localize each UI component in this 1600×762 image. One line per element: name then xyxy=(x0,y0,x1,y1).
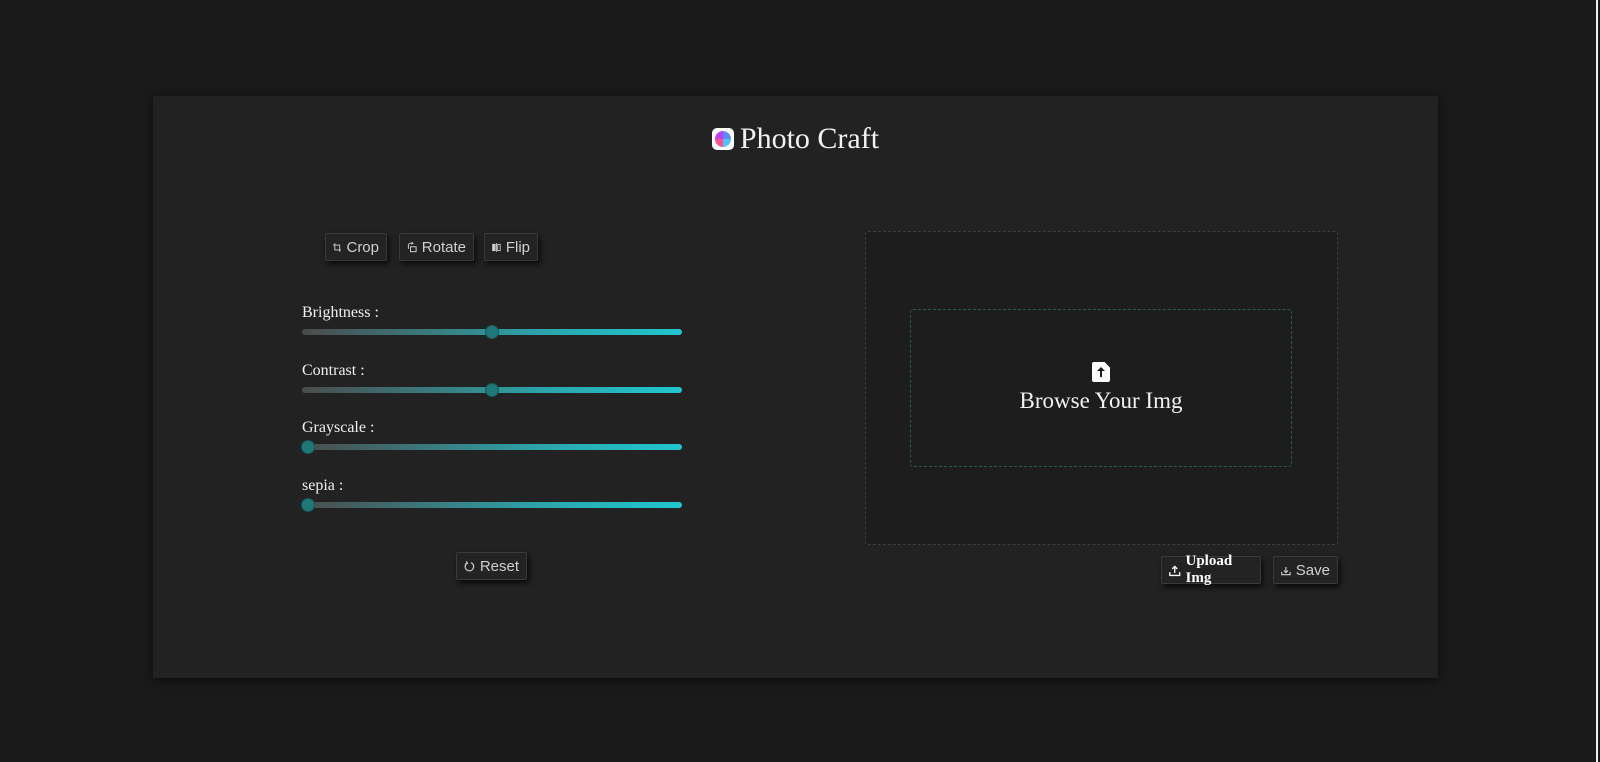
upload-button-label: Upload Img xyxy=(1185,553,1233,586)
flip-button-label: Flip xyxy=(505,238,530,256)
brightness-slider-thumb[interactable] xyxy=(486,326,498,338)
window-edge xyxy=(1596,0,1598,762)
file-upload-icon xyxy=(1092,362,1110,382)
crop-button-label: Crop xyxy=(346,238,379,256)
app-title: Photo Craft xyxy=(739,122,880,155)
save-button-label: Save xyxy=(1295,561,1330,579)
rotate-button-label: Rotate xyxy=(421,238,466,256)
grayscale-slider-thumb[interactable] xyxy=(302,441,314,453)
rotate-icon xyxy=(407,241,417,252)
sepia-label: sepia : xyxy=(302,477,344,494)
browse-text: Browse Your Img xyxy=(1019,388,1183,413)
contrast-control: Contrast : xyxy=(302,362,682,396)
reset-icon xyxy=(464,560,475,571)
app-logo-icon xyxy=(711,128,734,150)
reset-button[interactable]: Reset xyxy=(456,552,527,580)
brightness-slider[interactable] xyxy=(302,326,682,338)
contrast-label: Contrast : xyxy=(302,362,365,379)
crop-icon xyxy=(333,242,342,252)
browse-dropzone[interactable]: Browse Your Img xyxy=(910,309,1292,467)
brightness-control: Brightness : xyxy=(302,304,682,338)
page-background: Photo Craft Crop Rotate Flip Brightness … xyxy=(0,0,1598,762)
app-header: Photo Craft xyxy=(153,122,1438,156)
grayscale-label: Grayscale : xyxy=(302,419,375,436)
editor-card: Photo Craft Crop Rotate Flip Brightness … xyxy=(153,96,1438,678)
download-icon xyxy=(1281,566,1291,575)
rotate-button[interactable]: Rotate xyxy=(399,233,474,261)
grayscale-slider[interactable] xyxy=(302,441,682,453)
contrast-slider[interactable] xyxy=(302,384,682,396)
reset-button-label: Reset xyxy=(479,557,519,575)
upload-icon xyxy=(1169,564,1181,576)
upload-button[interactable]: Upload Img xyxy=(1161,553,1261,586)
grayscale-control: Grayscale : xyxy=(302,419,682,453)
save-button[interactable]: Save xyxy=(1273,556,1338,584)
flip-button[interactable]: Flip xyxy=(484,233,538,261)
image-preview-area: Browse Your Img xyxy=(865,231,1338,545)
crop-button[interactable]: Crop xyxy=(325,233,387,261)
flip-icon xyxy=(492,242,501,252)
sepia-slider-thumb[interactable] xyxy=(302,499,314,511)
sepia-control: sepia : xyxy=(302,477,682,511)
sepia-slider[interactable] xyxy=(302,499,682,511)
brightness-label: Brightness : xyxy=(302,304,379,321)
contrast-slider-thumb[interactable] xyxy=(486,384,498,396)
